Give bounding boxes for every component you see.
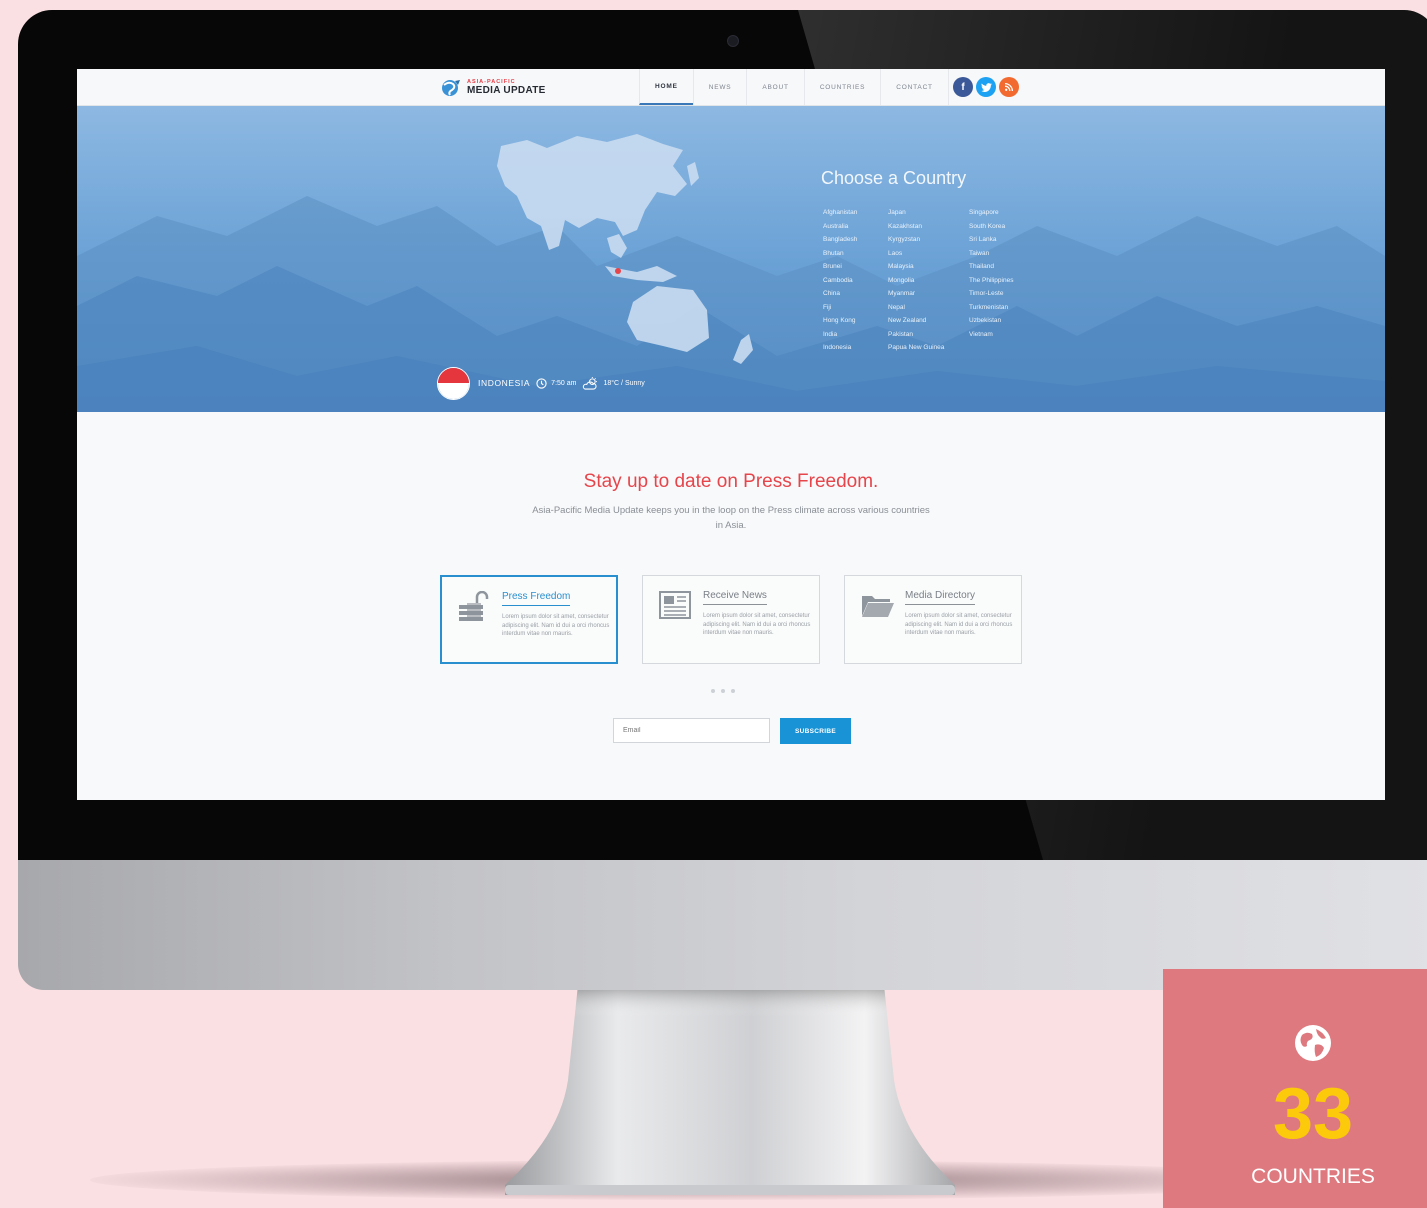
country-link[interactable]: South Korea (969, 220, 1013, 234)
country-link[interactable]: Afghanistan (823, 206, 857, 220)
folder-icon (862, 596, 894, 617)
country-link[interactable]: Brunei (823, 260, 857, 274)
logo-globe-icon (442, 80, 460, 96)
country-link[interactable]: Uzbekistan (969, 314, 1013, 328)
country-link[interactable]: Papua New Guinea (888, 341, 944, 355)
intro-subtext: Asia-Pacific Media Update keeps you in t… (532, 505, 930, 531)
country-link[interactable]: Myanmar (888, 287, 944, 301)
carousel-dots (711, 689, 735, 693)
current-country-name: INDONESIA (478, 378, 531, 388)
country-link[interactable]: Taiwan (969, 247, 1013, 261)
unlocked-padlock-icon (459, 591, 489, 621)
rss-icon[interactable] (999, 77, 1019, 97)
local-time: 7:50 am (536, 377, 577, 389)
social-links: f (953, 77, 1019, 97)
intro-heading: Stay up to date on Press Freedom. (583, 471, 879, 492)
website-screen: ASIA-PACIFIC MEDIA UPDATE HOME NEWS ABOU… (77, 69, 1385, 800)
site-header: ASIA-PACIFIC MEDIA UPDATE HOME NEWS ABOU… (77, 69, 1385, 106)
country-link[interactable]: Vietnam (969, 328, 1013, 342)
country-column-3: Singapore South Korea Sri Lanka Taiwan T… (969, 206, 1013, 341)
asia-pacific-map (497, 134, 753, 364)
local-weather: 18°C / Sunny (582, 376, 645, 390)
partly-cloudy-icon (583, 376, 598, 390)
feature-title: Media Directory (905, 590, 976, 605)
carousel-dot[interactable] (711, 689, 715, 693)
country-link[interactable]: Hong Kong (823, 314, 857, 328)
country-link[interactable]: India (823, 328, 857, 342)
countries-count: 33 (1272, 1074, 1354, 1154)
country-column-1: Afghanistan Australia Bangladesh Bhutan … (823, 206, 857, 355)
newspaper-icon (659, 591, 691, 619)
country-link[interactable]: China (823, 287, 857, 301)
country-link[interactable]: Japan (888, 206, 944, 220)
country-link[interactable]: Kyrgyzstan (888, 233, 944, 247)
nav-about[interactable]: ABOUT (746, 69, 803, 105)
subscribe-button[interactable]: SUBSCRIBE (780, 718, 851, 744)
feature-title: Press Freedom (502, 591, 571, 606)
country-link[interactable]: Singapore (969, 206, 1013, 220)
indonesia-marker (615, 268, 621, 274)
feature-card-receive-news[interactable]: Receive News Lorem ipsum dolor sit amet,… (642, 575, 820, 664)
country-link[interactable]: Bhutan (823, 247, 857, 261)
country-link[interactable]: Malaysia (888, 260, 944, 274)
current-country-status: INDONESIA 7:50 am 18°C / Sunny (437, 366, 645, 400)
local-time-text: 7:50 am (551, 379, 577, 387)
country-link[interactable]: Thailand (969, 260, 1013, 274)
country-link[interactable]: Timor-Leste (969, 287, 1013, 301)
nav-news[interactable]: NEWS (692, 69, 747, 105)
camera-icon (727, 35, 739, 47)
country-link[interactable]: Mongolia (888, 274, 944, 288)
nav-countries[interactable]: COUNTRIES (803, 69, 880, 105)
country-link[interactable]: Fiji (823, 301, 857, 315)
logo-title: MEDIA UPDATE (467, 84, 546, 96)
country-link[interactable]: Kazakhstan (888, 220, 944, 234)
local-weather-text: 18°C / Sunny (603, 379, 645, 387)
monitor-stand (505, 985, 955, 1195)
main-nav: HOME NEWS ABOUT COUNTRIES CONTACT (639, 69, 949, 105)
clock-icon (536, 377, 547, 389)
country-column-2: Japan Kazakhstan Kyrgyzstan Laos Malaysi… (888, 206, 944, 355)
country-link[interactable]: The Philippines (969, 274, 1013, 288)
globe-icon (1295, 1025, 1331, 1061)
countries-label: COUNTRIES (1251, 1165, 1375, 1188)
feature-card-press-freedom[interactable]: Press Freedom Lorem ipsum dolor sit amet… (440, 575, 618, 664)
feature-title: Receive News (703, 590, 767, 605)
country-link[interactable]: New Zealand (888, 314, 944, 328)
site-logo[interactable]: ASIA-PACIFIC MEDIA UPDATE (441, 78, 546, 98)
carousel-dot[interactable] (731, 689, 735, 693)
feature-description: Lorem ipsum dolor sit amet, consectetur … (502, 614, 610, 637)
twitter-icon[interactable] (976, 77, 996, 97)
hero-banner: Choose a Country Afghanistan Australia B… (77, 106, 1385, 412)
country-link[interactable]: Bangladesh (823, 233, 857, 247)
country-link[interactable]: Laos (888, 247, 944, 261)
facebook-icon[interactable]: f (953, 77, 973, 97)
country-link[interactable]: Indonesia (823, 341, 857, 355)
country-link[interactable]: Pakistan (888, 328, 944, 342)
country-link[interactable]: Turkmenistan (969, 301, 1013, 315)
country-link[interactable]: Nepal (888, 301, 944, 315)
nav-contact[interactable]: CONTACT (880, 69, 949, 105)
feature-description: Lorem ipsum dolor sit amet, consectetur … (905, 613, 1013, 636)
indonesia-flag-icon (437, 366, 470, 400)
country-link[interactable]: Sri Lanka (969, 233, 1013, 247)
country-link[interactable]: Cambodia (823, 274, 857, 288)
feature-description: Lorem ipsum dolor sit amet, consectetur … (703, 613, 811, 636)
choose-country-title: Choose a Country (821, 168, 967, 188)
email-input[interactable] (613, 718, 770, 743)
nav-home[interactable]: HOME (639, 69, 693, 105)
feature-card-media-directory[interactable]: Media Directory Lorem ipsum dolor sit am… (844, 575, 1022, 664)
carousel-dot[interactable] (721, 689, 725, 693)
country-link[interactable]: Australia (823, 220, 857, 234)
